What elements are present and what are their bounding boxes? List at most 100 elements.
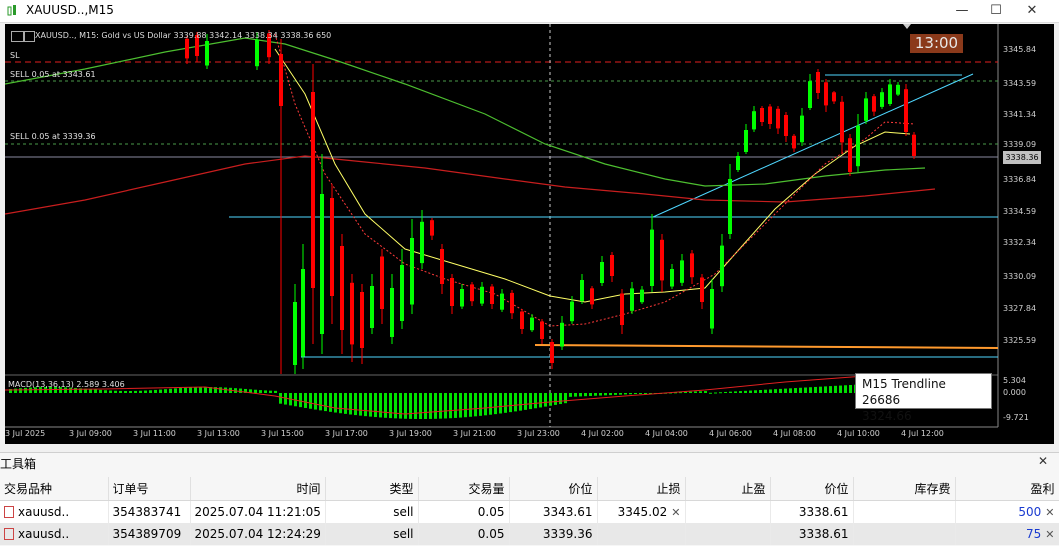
macd-bar — [569, 393, 572, 397]
macd-bar — [464, 393, 467, 418]
macd-bar — [129, 390, 132, 393]
close-position-icon[interactable]: ✕ — [1045, 528, 1054, 541]
candle-body — [680, 260, 684, 283]
table-header-row: 交易品种 订单号 时间 类型 交易量 价位 止损 止盈 价位 库存费 盈利 — [0, 477, 1059, 501]
remove-sl-icon[interactable]: ✕ — [671, 506, 680, 519]
col-header-swap[interactable]: 库存费 — [853, 477, 956, 501]
macd-bar — [814, 386, 817, 393]
candle-body — [440, 249, 444, 284]
countdown-time: 13:00 — [910, 34, 963, 53]
position-icon — [4, 527, 14, 540]
macd-bar — [319, 393, 322, 411]
maximize-button[interactable]: ☐ — [980, 0, 1012, 22]
sl-label: SL — [10, 51, 20, 60]
macd-bar — [784, 388, 787, 393]
macd-bar — [384, 393, 387, 418]
macd-bar — [184, 387, 187, 393]
macd-bar — [779, 388, 782, 393]
macd-bar — [809, 387, 812, 393]
table-row[interactable]: xauusd.. 354389709 2025.07.04 12:24:29 s… — [0, 523, 1059, 545]
macd-bar — [299, 393, 302, 408]
macd-bar — [559, 393, 562, 405]
macd-bar — [349, 393, 352, 415]
macd-bar — [369, 393, 372, 417]
col-header-sl[interactable]: 止损 — [597, 477, 686, 501]
time-tick: 4 Jul 08:00 — [773, 429, 816, 438]
macd-bar — [279, 393, 282, 404]
macd-bar — [614, 393, 617, 395]
table-row[interactable]: xauusd.. 354383741 2025.07.04 11:21:05 s… — [0, 500, 1059, 523]
candle-body — [520, 311, 524, 329]
macd-bar — [544, 393, 547, 407]
candle-body — [824, 82, 828, 106]
candle-body — [912, 134, 916, 156]
macd-bar — [449, 393, 452, 419]
macd-bar — [134, 390, 137, 393]
macd-bar — [619, 393, 622, 395]
macd-bar — [794, 388, 797, 393]
macd-bar — [124, 390, 127, 393]
macd-bar — [404, 393, 407, 419]
candle-body — [728, 179, 732, 234]
macd-bar — [644, 393, 647, 394]
macd-bar — [259, 390, 262, 393]
macd-bar — [324, 393, 327, 412]
macd-bar — [474, 393, 477, 417]
candle-body — [760, 108, 764, 122]
minimize-button[interactable]: — — [946, 0, 978, 22]
macd-bar — [589, 393, 592, 396]
macd-bar — [254, 389, 257, 393]
candle-body — [650, 229, 654, 286]
close-position-icon[interactable]: ✕ — [1045, 506, 1054, 519]
col-header-price[interactable]: 价位 — [509, 477, 598, 501]
time-tick: 3 Jul 11:00 — [133, 429, 176, 438]
candle-body — [630, 288, 634, 311]
price-cell: 3343.61 — [509, 500, 598, 523]
trendline-lower — [652, 73, 974, 218]
close-button[interactable]: ✕ — [1016, 0, 1048, 22]
sl-cell[interactable] — [597, 523, 686, 545]
macd-bar — [849, 385, 852, 393]
candle-body — [808, 81, 812, 108]
swap-cell — [853, 523, 956, 545]
col-header-time[interactable]: 时间 — [190, 477, 326, 501]
macd-bar — [764, 389, 767, 393]
col-header-tp[interactable]: 止盈 — [685, 477, 771, 501]
candle-body — [768, 106, 772, 124]
macd-bar — [379, 393, 382, 418]
macd-bar — [769, 389, 772, 393]
col-header-volume[interactable]: 交易量 — [418, 477, 510, 501]
candle-body — [255, 39, 259, 67]
col-header-profit[interactable]: 盈利 — [955, 477, 1059, 501]
sell-order-label-2[interactable]: SELL 0.05 at 3339.36 — [10, 132, 96, 141]
macd-bar — [394, 393, 397, 419]
chart-window-icon — [7, 5, 16, 16]
macd-bar — [719, 392, 722, 394]
time-tick: 3 Jul 23:00 — [517, 429, 560, 438]
candle-body — [370, 286, 374, 328]
col-header-type[interactable]: 类型 — [325, 477, 419, 501]
toolbox-close-icon[interactable]: ✕ — [1038, 454, 1048, 468]
candle-body — [560, 322, 564, 347]
tp-cell[interactable] — [685, 523, 771, 545]
time-tick: 3 Jul 17:00 — [325, 429, 368, 438]
sl-cell[interactable]: 3345.02 — [618, 505, 668, 519]
macd-bar — [524, 393, 527, 410]
candle-body — [660, 239, 664, 281]
macd-bar — [624, 393, 627, 395]
col-header-current-price[interactable]: 价位 — [770, 477, 854, 501]
time-tick: 3 Jul 09:00 — [69, 429, 112, 438]
macd-bar — [364, 393, 367, 417]
price-chart[interactable]: XAUUSD.., M15: Gold vs US Dollar 3339.88… — [5, 24, 1054, 444]
macd-bar — [219, 387, 222, 393]
ma-red — [5, 155, 936, 215]
macd-bar — [799, 387, 802, 393]
col-header-order[interactable]: 订单号 — [108, 477, 191, 501]
sell-order-label-1[interactable]: SELL 0.05 at 3343.61 — [10, 70, 96, 79]
macd-bar — [154, 389, 157, 393]
candle-body — [340, 246, 344, 330]
col-header-symbol[interactable]: 交易品种 — [0, 477, 109, 501]
candle-body — [710, 289, 714, 329]
tp-cell[interactable] — [685, 500, 771, 523]
candle-body — [864, 98, 868, 121]
